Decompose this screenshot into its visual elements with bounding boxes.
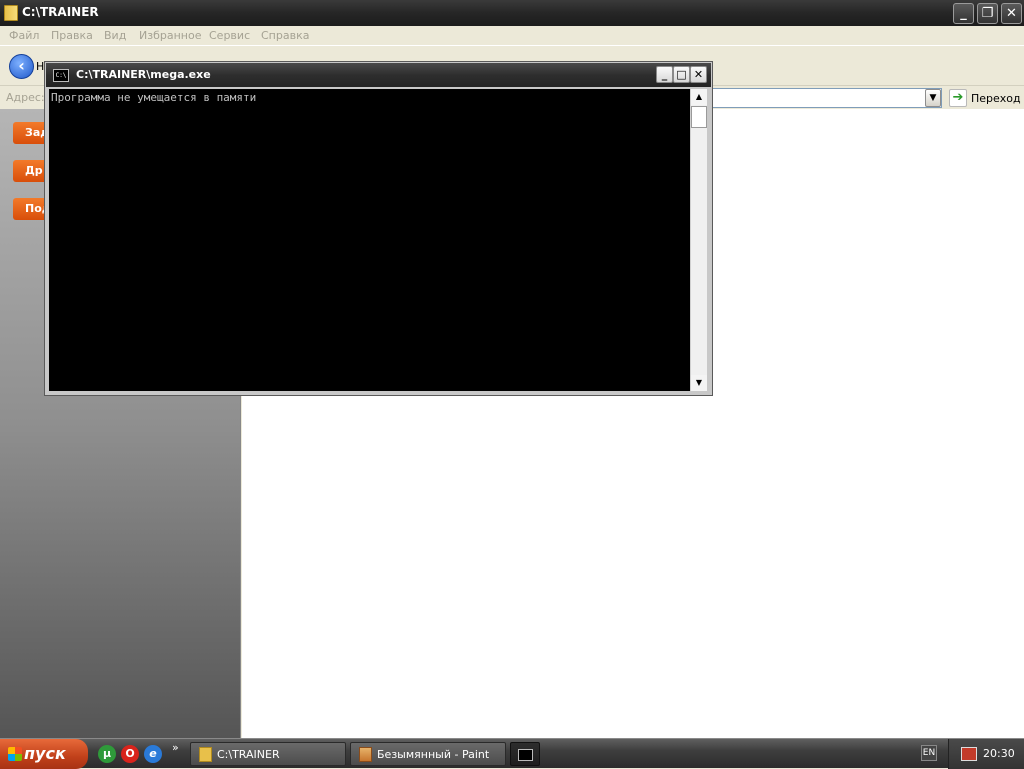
ie-icon[interactable]: e — [144, 745, 162, 763]
windows-logo-icon — [8, 747, 22, 761]
go-arrow-icon[interactable]: ➔ — [949, 89, 967, 107]
explorer-title-bar[interactable]: C:\TRAINER _ ❐ ✕ — [0, 0, 1024, 26]
network-icon[interactable] — [961, 747, 977, 761]
console-maximize-button[interactable]: □ — [673, 66, 690, 83]
taskbar-button-label: Безымянный - Paint — [377, 748, 490, 761]
menu-favorites[interactable]: Избранное — [139, 29, 201, 42]
console-minimize-button[interactable]: _ — [656, 66, 673, 83]
menu-bar: Файл Правка Вид Избранное Сервис Справка — [0, 26, 1024, 46]
system-tray: 20:30 — [948, 739, 1024, 769]
go-button[interactable]: Переход — [971, 92, 1021, 105]
menu-tools[interactable]: Сервис — [209, 29, 250, 42]
menu-view[interactable]: Вид — [104, 29, 126, 42]
language-indicator[interactable]: EN — [921, 745, 937, 761]
restore-button[interactable]: ❐ — [977, 3, 998, 24]
console-icon: C:\ — [53, 69, 69, 82]
start-button[interactable]: пуск — [0, 739, 88, 769]
console-output-area[interactable]: Программа не умещается в памяти — [49, 89, 691, 391]
opera-icon[interactable]: O — [121, 745, 139, 763]
folder-icon — [4, 5, 18, 21]
console-window: C:\ C:\TRAINER\mega.exe _ □ ✕ Программа … — [44, 61, 713, 396]
minimize-button[interactable]: _ — [953, 3, 974, 24]
utorrent-icon[interactable]: µ — [98, 745, 116, 763]
menu-file[interactable]: Файл — [9, 29, 39, 42]
taskbar-button-explorer[interactable]: C:\TRAINER — [190, 742, 346, 766]
scroll-up-icon[interactable]: ▲ — [691, 89, 707, 105]
close-button[interactable]: ✕ — [1001, 3, 1022, 24]
paint-icon — [359, 747, 372, 762]
taskbar-button-paint[interactable]: Безымянный - Paint — [350, 742, 506, 766]
console-output-text: Программа не умещается в памяти — [51, 91, 257, 104]
explorer-title: C:\TRAINER — [22, 5, 99, 19]
folder-icon — [199, 747, 212, 762]
taskbar-button-console[interactable] — [510, 742, 540, 766]
chevron-down-icon[interactable]: ▼ — [925, 89, 941, 107]
desktop: C:\TRAINER _ ❐ ✕ Файл Правка Вид Избранн… — [0, 0, 1024, 769]
quicklaunch-chevron-icon[interactable]: » — [172, 741, 179, 754]
address-label: Адрес: — [6, 91, 45, 104]
clock[interactable]: 20:30 — [983, 747, 1015, 760]
taskbar: пуск µ O e » C:\TRAINER Безымянный - Pai… — [0, 738, 1024, 769]
back-arrow-icon[interactable]: ‹ — [9, 54, 34, 79]
start-label: пуск — [24, 744, 66, 763]
console-close-button[interactable]: ✕ — [690, 66, 707, 83]
scroll-down-icon[interactable]: ▼ — [691, 375, 707, 391]
console-icon — [518, 749, 533, 761]
menu-help[interactable]: Справка — [261, 29, 309, 42]
menu-edit[interactable]: Правка — [51, 29, 93, 42]
console-title-bar[interactable]: C:\ C:\TRAINER\mega.exe _ □ ✕ — [46, 63, 711, 87]
console-title: C:\TRAINER\mega.exe — [76, 68, 211, 81]
scroll-thumb[interactable] — [691, 106, 707, 128]
console-scrollbar[interactable]: ▲ ▼ — [690, 89, 707, 391]
taskbar-button-label: C:\TRAINER — [217, 748, 280, 761]
